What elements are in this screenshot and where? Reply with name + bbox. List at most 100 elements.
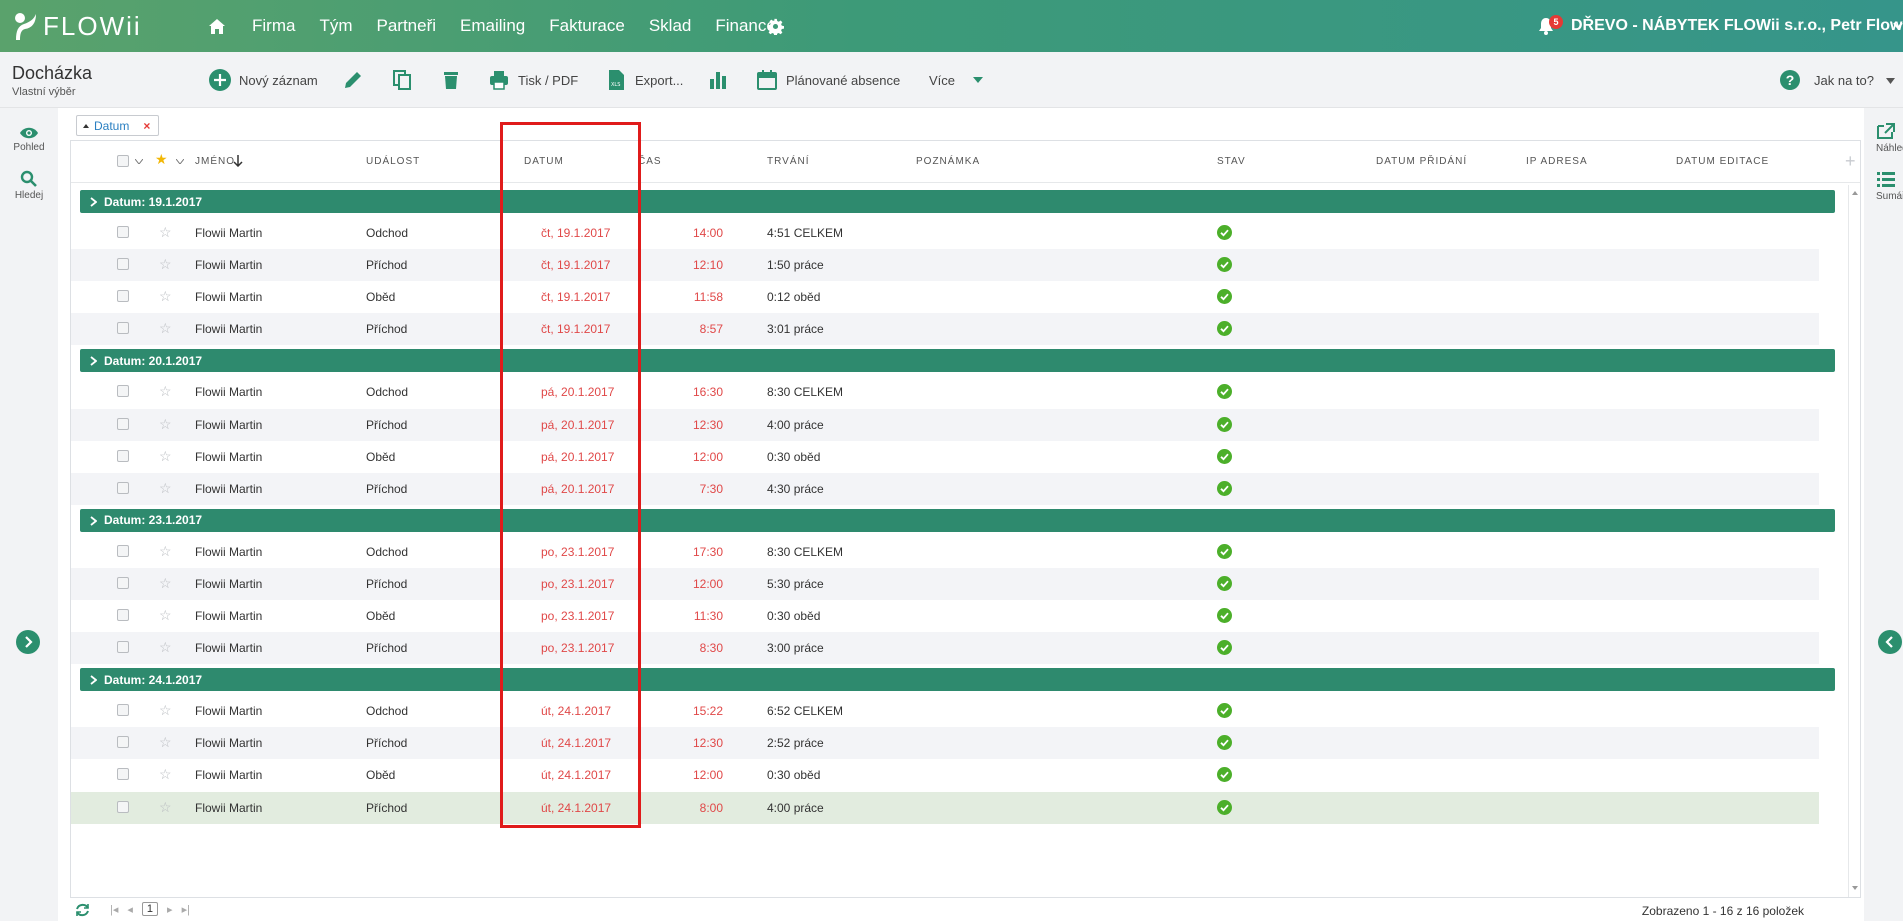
chevron-down-icon[interactable] [1893,22,1903,30]
favorite-star-icon[interactable]: ☆ [159,766,172,783]
chevron-right-icon[interactable] [90,516,97,526]
view-button[interactable]: Pohled [0,126,58,153]
col-status[interactable]: STAV [1217,156,1246,167]
group-row[interactable]: Datum: 19.1.2017 [80,190,1835,213]
table-row[interactable]: ☆ Flowii Martin Příchod út, 24.1.2017 8:00 4:… [71,791,1819,824]
row-checkbox[interactable] [117,768,129,781]
help-link[interactable]: Jak na to? [1814,73,1874,88]
row-checkbox[interactable] [117,385,129,398]
table-row[interactable]: ☆ Flowii Martin Příchod po, 23.1.2017 12:00 5… [71,567,1819,600]
favorite-star-icon[interactable]: ☆ [159,702,172,719]
select-all-checkbox[interactable] [117,155,129,167]
first-page-icon[interactable]: |◂ [110,903,118,916]
table-row[interactable]: ☆ Flowii Martin Příchod út, 24.1.2017 12:30 2… [71,727,1819,760]
row-checkbox[interactable] [117,704,129,717]
more-dropdown[interactable]: Více [929,52,984,108]
chevron-down-icon[interactable] [135,159,143,164]
chevron-right-icon[interactable] [90,197,97,207]
nav-partneri[interactable]: Partneři [377,16,437,36]
nav-firma[interactable]: Firma [252,16,295,36]
summary-button[interactable]: Sumář [1876,170,1903,202]
last-page-icon[interactable]: ▸| [182,903,190,916]
table-row[interactable]: ☆ Flowii Martin Příchod čt, 19.1.2017 12:10 1… [71,249,1819,282]
sort-chip-datum[interactable]: Datum × [76,115,160,136]
table-row[interactable]: ☆ Flowii Martin Příchod pá, 20.1.2017 12:30 4… [71,408,1819,441]
prev-page-icon[interactable]: ◂ [127,903,133,916]
copy-button[interactable] [391,52,413,108]
table-row[interactable]: ☆ Flowii Martin Odchod čt, 19.1.2017 14:00 4:… [71,217,1819,249]
expand-left-panel-button[interactable] [16,630,40,654]
col-date-added[interactable]: DATUM PŘIDÁNÍ [1376,156,1467,167]
scroll-down-icon[interactable] [1852,886,1858,890]
favorite-star-icon[interactable]: ☆ [159,383,172,400]
col-event[interactable]: UDÁLOST [366,156,420,167]
new-record-button[interactable]: Nový záznam [209,52,318,108]
home-icon[interactable] [208,18,226,35]
nav-fakturace[interactable]: Fakturace [549,16,625,36]
group-row[interactable]: Datum: 20.1.2017 [80,349,1835,373]
nav-emailing[interactable]: Emailing [460,16,525,36]
scroll-up-icon[interactable] [1852,191,1858,195]
help-icon[interactable]: ? [1780,70,1800,90]
row-checkbox[interactable] [117,449,129,462]
col-time[interactable]: ČAS [638,156,662,167]
favorite-star-icon[interactable]: ☆ [159,256,172,273]
row-checkbox[interactable] [117,576,129,589]
preview-button[interactable]: Náhled [1876,122,1903,154]
chevron-down-icon[interactable] [176,159,184,164]
favorite-star-icon[interactable]: ☆ [159,416,172,433]
table-row[interactable]: ☆ Flowii Martin Příchod po, 23.1.2017 8:30 3:… [71,632,1819,665]
table-row[interactable]: ☆ Flowii Martin Oběd čt, 19.1.2017 11:58 0:12… [71,281,1819,313]
table-row[interactable]: ☆ Flowii Martin Odchod út, 24.1.2017 15:22 6:… [71,695,1819,727]
col-duration[interactable]: TRVÁNÍ [767,156,810,167]
planned-absence-button[interactable]: Plánované absence [756,52,900,108]
favorite-star-icon[interactable]: ☆ [159,543,172,560]
row-checkbox[interactable] [117,290,129,303]
nav-sklad[interactable]: Sklad [649,16,692,36]
row-checkbox[interactable] [117,641,129,654]
col-note[interactable]: POZNÁMKA [916,156,980,167]
chevron-right-icon[interactable] [90,356,97,367]
favorite-star-icon[interactable]: ☆ [159,320,172,337]
add-column-icon[interactable]: + [1845,151,1856,172]
company-user-menu[interactable]: DŘEVO - NÁBYTEK FLOWii s.r.o., Petr Flow… [1571,17,1903,35]
col-name[interactable]: JMÉNO [195,156,235,167]
vertical-scrollbar[interactable] [1848,185,1860,897]
row-checkbox[interactable] [117,417,129,430]
favorite-star-icon[interactable]: ☆ [159,639,172,656]
favorite-star-icon[interactable]: ☆ [159,734,172,751]
edit-button[interactable] [342,52,364,108]
expand-right-panel-button[interactable] [1878,630,1902,654]
table-row[interactable]: ☆ Flowii Martin Oběd po, 23.1.2017 11:30 0:30… [71,600,1819,632]
row-checkbox[interactable] [117,609,129,621]
favorite-star-icon[interactable]: ☆ [159,607,172,624]
app-logo[interactable]: FLOWii [12,10,142,42]
favorite-star-icon[interactable]: ☆ [159,448,172,465]
row-checkbox[interactable] [117,736,129,749]
table-row[interactable]: ☆ Flowii Martin Odchod po, 23.1.2017 17:30 8:… [71,536,1819,568]
refresh-icon[interactable] [75,903,90,917]
chevron-right-icon[interactable] [90,675,97,685]
gear-icon[interactable] [767,18,784,35]
favorite-star-icon[interactable]: ☆ [159,799,172,816]
group-row[interactable]: Datum: 23.1.2017 [80,508,1835,532]
export-button[interactable]: XLS Export... [605,52,683,108]
favorite-star-icon[interactable]: ☆ [159,288,172,305]
table-row[interactable]: ☆ Flowii Martin Odchod pá, 20.1.2017 16:30 8:… [71,376,1819,408]
row-checkbox[interactable] [117,544,129,557]
col-date-edited[interactable]: DATUM EDITACE [1676,156,1769,167]
favorite-star-icon[interactable]: ☆ [159,224,172,241]
row-checkbox[interactable] [117,322,129,335]
col-ip[interactable]: IP ADRESA [1526,156,1588,167]
next-page-icon[interactable]: ▸ [167,903,173,916]
favorite-star-icon[interactable]: ☆ [159,480,172,497]
caret-down-icon[interactable] [1886,78,1895,84]
table-row[interactable]: ☆ Flowii Martin Oběd pá, 20.1.2017 12:00 0:30… [71,441,1819,473]
search-button[interactable]: Hledej [0,170,58,201]
table-row[interactable]: ☆ Flowii Martin Oběd út, 24.1.2017 12:00 0:30… [71,759,1819,791]
nav-tym[interactable]: Tým [319,16,352,36]
statistics-button[interactable] [707,52,729,108]
row-checkbox[interactable] [117,258,129,271]
row-checkbox[interactable] [117,800,129,813]
row-checkbox[interactable] [117,226,129,238]
